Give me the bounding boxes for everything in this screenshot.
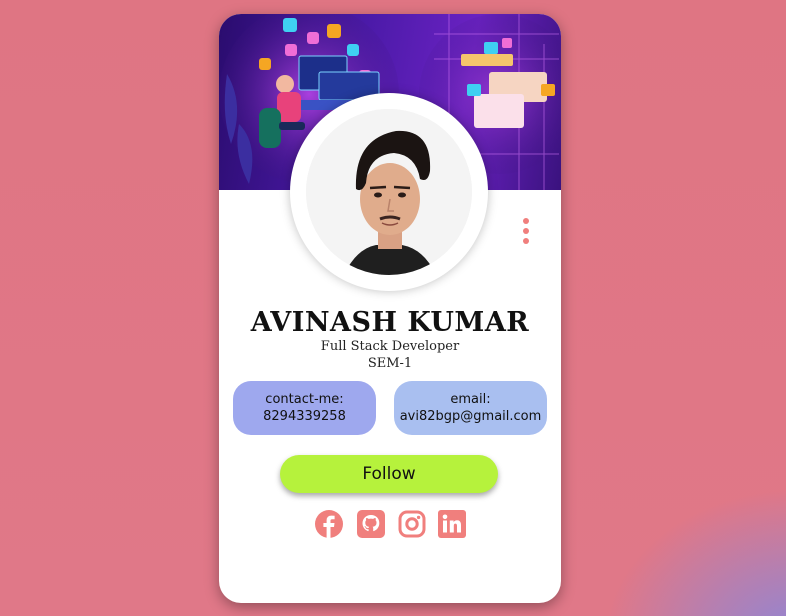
follow-button[interactable]: Follow (280, 455, 498, 493)
profile-name: AVINASH KUMAR (250, 307, 530, 338)
facebook-icon[interactable] (315, 510, 343, 538)
contact-value[interactable]: 8294339258 (233, 408, 376, 425)
linkedin-icon[interactable] (438, 510, 466, 538)
contact-label: contact-me: (265, 392, 344, 407)
instagram-icon[interactable] (398, 510, 426, 538)
avatar (306, 109, 472, 275)
profile-semester: SEM-1 (367, 356, 413, 371)
more-options-icon[interactable] (521, 218, 531, 246)
profile-card: AVINASH KUMAR Full Stack Developer SEM-1… (219, 14, 561, 603)
email-pill: email: avi82bgp@gmail.com (394, 381, 547, 435)
github-icon[interactable] (357, 510, 385, 538)
avatar-portrait (306, 109, 472, 275)
profile-role: Full Stack Developer (320, 339, 460, 354)
avatar-frame (290, 93, 488, 291)
email-label: email: (450, 392, 491, 407)
social-links (315, 510, 466, 538)
contact-pill: contact-me: 8294339258 (233, 381, 376, 435)
email-value[interactable]: avi82bgp@gmail.com (394, 408, 547, 425)
